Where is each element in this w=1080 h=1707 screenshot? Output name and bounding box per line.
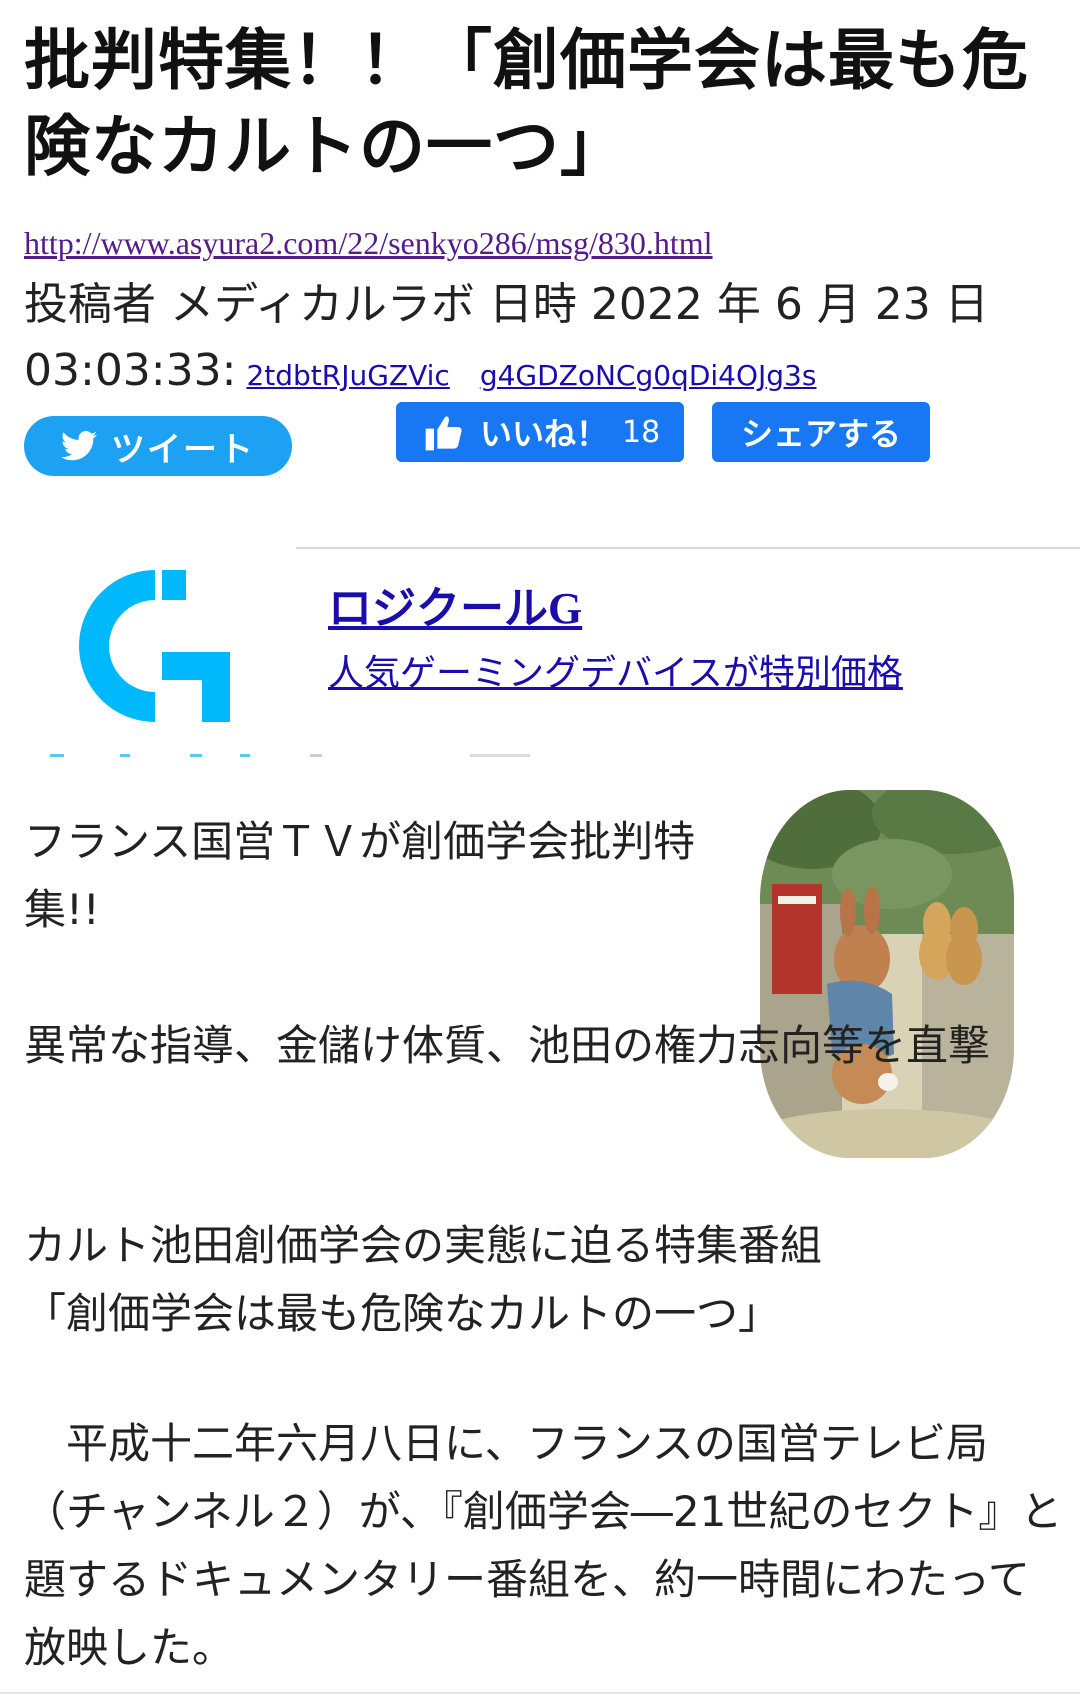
share-label: シェアする xyxy=(740,415,901,453)
source-url-link[interactable]: http://www.asyura2.com/22/senkyo286/msg/… xyxy=(24,225,713,262)
body-paragraph-2: 異常な指導、金儲け体質、池田の権力志向等を直撃 xyxy=(24,1021,991,1070)
facebook-share-button[interactable]: シェアする xyxy=(712,402,930,462)
ad-divider xyxy=(296,547,1080,549)
like-label: いいね！ xyxy=(480,415,609,453)
tweet-label: ツイート xyxy=(111,429,255,470)
body-paragraph-4: 平成十二年六月八日に、フランスの国営テレビ局（チャンネル２）が、『創価学会―21… xyxy=(24,1419,1063,1672)
rabbit-illustration xyxy=(760,790,1014,1158)
thumbs-up-icon xyxy=(425,416,462,451)
bottom-divider xyxy=(0,1692,1080,1694)
body-paragraph-3-line-2: 「創価学会は最も危険なカルトの一つ」 xyxy=(24,1289,781,1338)
ad-title-link[interactable]: ロジクールG xyxy=(328,572,582,636)
ad-partial-text xyxy=(50,754,530,757)
body-paragraph-1: フランス国営ＴＶが創価学会批判特集!! xyxy=(24,817,696,934)
ad-description-link[interactable]: 人気ゲーミングデバイスが特別価格 xyxy=(328,644,903,696)
facebook-like-button[interactable]: いいね！ 18 xyxy=(396,402,684,462)
poster-id-link-1[interactable]: 2tdbtRJuGZVic xyxy=(246,359,449,392)
like-count: 18 xyxy=(622,414,661,450)
article-title: 批判特集！！「創価学会は最も危険なカルトの一つ」 xyxy=(24,22,1029,185)
poster-id-link-2[interactable]: g4GDZoNCg0qDi4OJg3s xyxy=(480,359,817,392)
tweet-button[interactable]: ツイート xyxy=(24,416,292,476)
twitter-bird-icon xyxy=(61,431,97,461)
body-paragraph-3-line-1: カルト池田創価学会の実態に迫る特集番組 xyxy=(24,1221,823,1270)
post-meta: 投稿者 メディカルラボ 日時 2022 年 6 月 23 日 03:03:33:… xyxy=(24,272,1054,409)
logitech-g-logo[interactable] xyxy=(76,566,234,726)
